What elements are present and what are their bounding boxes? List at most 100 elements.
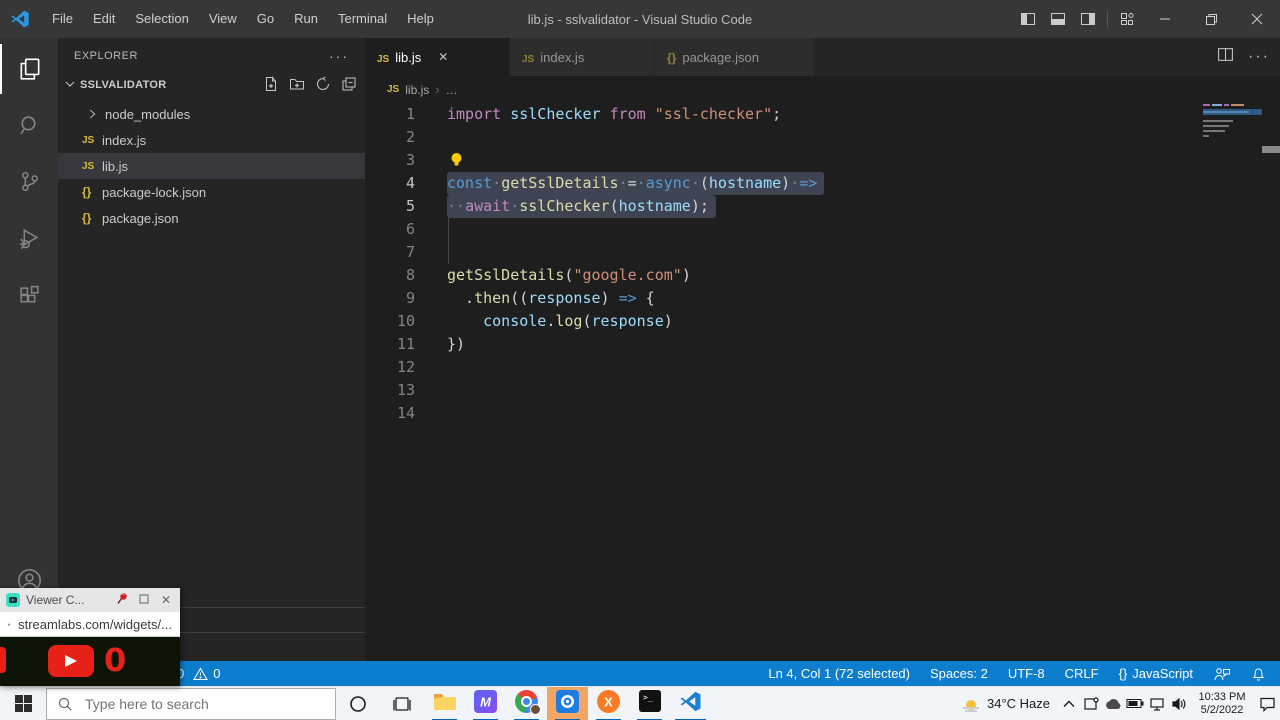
restore-button[interactable] xyxy=(1188,0,1234,38)
collapse-folders-icon[interactable] xyxy=(341,76,357,95)
popup-restore-icon[interactable] xyxy=(136,593,152,607)
close-tab-icon[interactable]: ✕ xyxy=(435,50,451,64)
search-input[interactable] xyxy=(83,695,313,713)
tab-package.json[interactable]: {}package.json xyxy=(655,38,815,76)
battery-icon[interactable] xyxy=(1124,687,1146,720)
app-window-tray-icon[interactable] xyxy=(1080,687,1102,720)
taskbar-app-streamlabs[interactable] xyxy=(547,687,588,720)
breadcrumb-file[interactable]: lib.js xyxy=(405,83,429,97)
split-editor-icon[interactable] xyxy=(1217,46,1234,68)
taskbar-app-xampp[interactable]: X xyxy=(588,687,629,720)
menu-terminal[interactable]: Terminal xyxy=(328,0,397,38)
feedback-icon[interactable] xyxy=(1213,666,1231,682)
code-line-6[interactable]: 6 xyxy=(365,218,1265,241)
taskbar-clock[interactable]: 10:33 PM 5/2/2022 xyxy=(1190,691,1254,717)
customize-layout-icon[interactable] xyxy=(1112,0,1142,38)
source-control-icon[interactable] xyxy=(0,156,58,206)
menu-edit[interactable]: Edit xyxy=(83,0,125,38)
cortana-icon[interactable] xyxy=(336,687,380,720)
toggle-secondary-sidebar-icon[interactable] xyxy=(1073,0,1103,38)
close-window-button[interactable] xyxy=(1234,0,1280,38)
file-node_modules[interactable]: node_modules xyxy=(58,101,365,127)
menu-file[interactable]: File xyxy=(42,0,83,38)
explorer-more-actions-icon[interactable]: ··· xyxy=(329,48,349,64)
status-bar: 0 0 Ln 4, Col 1 (72 selected) Spaces: 2 … xyxy=(0,661,1280,686)
popup-titlebar[interactable]: Viewer C... ✕ xyxy=(0,588,180,612)
code-line-13[interactable]: 13 xyxy=(365,379,1265,402)
task-view-icon[interactable] xyxy=(380,687,424,720)
viewer-count-popup-window[interactable]: Viewer C... ✕ streamlabs.com/widgets/...… xyxy=(0,588,180,686)
taskbar-app-medal[interactable]: M xyxy=(465,687,506,720)
code-line-5[interactable]: 5··await·sslChecker(hostname); xyxy=(365,195,1265,218)
code-line-7[interactable]: 7 xyxy=(365,241,1265,264)
start-button[interactable] xyxy=(0,687,46,720)
network-icon[interactable] xyxy=(1146,687,1168,720)
show-hidden-icons-chevron[interactable] xyxy=(1058,687,1080,720)
toggle-sidebar-icon[interactable] xyxy=(1013,0,1043,38)
code-line-11[interactable]: 11}) xyxy=(365,333,1265,356)
explorer-icon[interactable] xyxy=(0,44,58,94)
new-folder-icon[interactable] xyxy=(289,76,305,95)
volume-icon[interactable] xyxy=(1168,687,1190,720)
file-package.json[interactable]: {}package.json xyxy=(58,205,365,231)
encoding-setting[interactable]: UTF-8 xyxy=(1008,666,1045,681)
weather-widget[interactable]: 34°C Haze xyxy=(961,695,1058,713)
file-package-lock.json[interactable]: {}package-lock.json xyxy=(58,179,365,205)
menu-run[interactable]: Run xyxy=(284,0,328,38)
editor-group[interactable]: JSlib.js✕JSindex.js{}package.json ··· JS… xyxy=(365,38,1280,661)
popup-url[interactable]: streamlabs.com/widgets/... xyxy=(18,617,172,632)
line-number: 12 xyxy=(365,356,415,379)
code-line-2[interactable]: 2 xyxy=(365,126,1265,149)
extensions-icon[interactable] xyxy=(0,271,58,321)
notifications-bell-icon[interactable] xyxy=(1251,666,1266,682)
code-line-10[interactable]: 10 console.log(response) xyxy=(365,310,1265,333)
breadcrumb[interactable]: JS lib.js › … xyxy=(365,76,1280,103)
tab-lib.js[interactable]: JSlib.js✕ xyxy=(365,38,510,76)
code-line-1[interactable]: 1import sslChecker from "ssl-checker"; xyxy=(365,103,1265,126)
action-center-icon[interactable] xyxy=(1254,687,1280,720)
indentation-setting[interactable]: Spaces: 2 xyxy=(930,666,988,681)
file-lib.js[interactable]: JSlib.js xyxy=(58,153,365,179)
taskbar-app-file-explorer[interactable] xyxy=(424,687,465,720)
code-line-12[interactable]: 12 xyxy=(365,356,1265,379)
code-line-8[interactable]: 8getSslDetails("google.com") xyxy=(365,264,1265,287)
code-line-14[interactable]: 14 xyxy=(365,402,1265,425)
taskbar-search-box[interactable] xyxy=(46,688,336,720)
taskbar-app-visual-studio-code[interactable] xyxy=(670,687,711,720)
line-number: 4 xyxy=(365,172,415,195)
tab-index.js[interactable]: JSindex.js xyxy=(510,38,655,76)
taskbar-app-command-prompt[interactable]: >_ xyxy=(629,687,670,720)
code-line-4[interactable]: 4const·getSslDetails·=·async·(hostname)·… xyxy=(365,172,1265,195)
breadcrumb-symbol[interactable]: … xyxy=(446,83,458,97)
overview-ruler-mark xyxy=(1262,146,1280,153)
project-section-header[interactable]: SSLVALIDATOR xyxy=(58,73,365,97)
run-and-debug-icon[interactable] xyxy=(0,213,58,263)
search-icon[interactable] xyxy=(0,100,58,150)
onedrive-cloud-icon[interactable] xyxy=(1102,687,1124,720)
popup-address-bar[interactable]: streamlabs.com/widgets/... xyxy=(0,612,180,637)
menu-go[interactable]: Go xyxy=(247,0,284,38)
toggle-panel-icon[interactable] xyxy=(1043,0,1073,38)
file-label: node_modules xyxy=(105,107,190,122)
minimap[interactable] xyxy=(1203,104,1262,164)
code-editor[interactable]: 1import sslChecker from "ssl-checker";23… xyxy=(365,103,1265,425)
refresh-explorer-icon[interactable] xyxy=(315,76,331,95)
language-mode[interactable]: {} JavaScript xyxy=(1119,666,1193,681)
menu-view[interactable]: View xyxy=(199,0,247,38)
line-number: 1 xyxy=(365,103,415,126)
new-file-icon[interactable] xyxy=(263,76,279,95)
streamlabs-icon xyxy=(556,690,579,718)
popup-close-icon[interactable]: ✕ xyxy=(158,593,174,607)
pin-icon[interactable] xyxy=(114,592,130,608)
code-line-9[interactable]: 9 .then((response) => { xyxy=(365,287,1265,310)
editor-more-actions-icon[interactable]: ··· xyxy=(1248,48,1270,66)
taskbar-app-chrome[interactable] xyxy=(506,687,547,720)
code-line-3[interactable]: 3 xyxy=(365,149,1265,172)
breadcrumb-separator: › xyxy=(435,82,439,97)
menu-selection[interactable]: Selection xyxy=(125,0,198,38)
file-index.js[interactable]: JSindex.js xyxy=(58,127,365,153)
cursor-position[interactable]: Ln 4, Col 1 (72 selected) xyxy=(768,666,910,681)
eol-setting[interactable]: CRLF xyxy=(1065,666,1099,681)
minimize-button[interactable] xyxy=(1142,0,1188,38)
menu-help[interactable]: Help xyxy=(397,0,444,38)
